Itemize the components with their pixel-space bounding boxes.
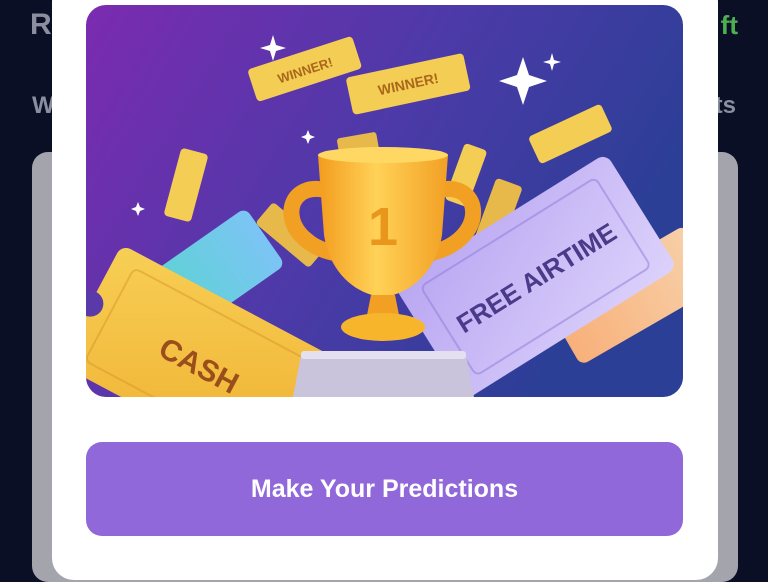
page-title: R [30, 8, 52, 41]
make-predictions-label: Make Your Predictions [250, 474, 519, 503]
make-predictions-button[interactable]: Make Your Predictions [86, 442, 683, 536]
header-action-link[interactable]: ft [721, 10, 738, 41]
trophy-number: 1 [368, 197, 398, 257]
hero-illustration: WINNER! WINNER! CASH FREE AIRTIME 1 [86, 5, 683, 397]
